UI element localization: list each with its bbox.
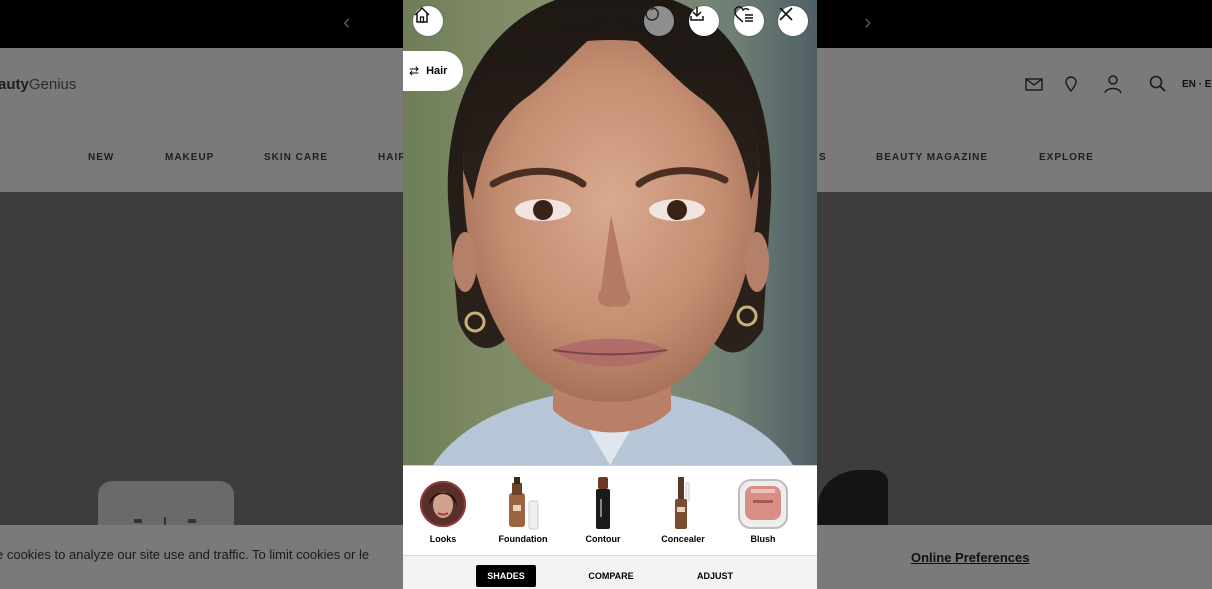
nav-item-skin-care[interactable]: SKIN CARE <box>264 152 328 163</box>
download-icon <box>690 7 704 21</box>
brand-logo-light: Genius <box>28 76 77 93</box>
online-preferences-link[interactable]: Online Preferences <box>911 550 1030 565</box>
model-face-illustration <box>433 0 793 465</box>
promo-prev-arrow[interactable]: ‹ <box>343 10 350 34</box>
tab-shades[interactable]: SHADES <box>476 565 536 587</box>
brand-logo-bold: auty <box>0 76 29 93</box>
close-button[interactable] <box>778 6 808 36</box>
product-category-strip: Looks Foundation Contour Concealer Blush <box>403 465 817 555</box>
model-photo: ⇄ Hair <box>403 0 817 465</box>
promo-next-arrow[interactable]: › <box>864 10 871 34</box>
cookie-text: e cookies to analyze our site use and tr… <box>0 547 370 562</box>
category-contour[interactable]: Contour <box>567 474 639 554</box>
close-icon <box>779 7 793 21</box>
home-icon <box>414 6 430 23</box>
category-looks[interactable]: Looks <box>407 474 479 554</box>
tab-compare[interactable]: COMPARE <box>580 565 642 587</box>
category-concealer-label: Concealer <box>661 534 705 544</box>
language-selector[interactable]: EN · E <box>1182 79 1211 90</box>
blush-compact-icon <box>738 479 788 529</box>
category-foundation[interactable]: Foundation <box>487 474 559 554</box>
looks-avatar-icon <box>420 481 466 527</box>
try-on-tabs: SHADES COMPARE ADJUST <box>403 555 817 589</box>
nav-item-explore[interactable]: EXPLORE <box>1039 152 1094 163</box>
favorites-button[interactable] <box>734 6 764 36</box>
nav-item-partial[interactable]: S <box>819 152 827 163</box>
location-pin-icon[interactable] <box>1061 74 1081 94</box>
nav-item-makeup[interactable]: MAKEUP <box>165 152 214 163</box>
reset-button[interactable] <box>644 6 674 36</box>
category-contour-label: Contour <box>585 534 621 544</box>
reset-icon <box>645 6 659 21</box>
nav-item-beauty-magazine[interactable]: BEAUTY MAGAZINE <box>876 152 988 163</box>
category-blush-label: Blush <box>750 534 776 544</box>
home-button[interactable] <box>413 6 443 36</box>
concealer-tube-icon <box>675 477 690 529</box>
hair-toggle-button[interactable]: ⇄ Hair <box>403 51 463 91</box>
category-blush[interactable]: Blush <box>727 474 799 554</box>
favorites-list-icon <box>734 6 753 23</box>
swap-icon: ⇄ <box>409 64 420 78</box>
nav-item-new[interactable]: NEW <box>88 152 114 163</box>
account-icon[interactable] <box>1103 74 1123 94</box>
mail-icon[interactable] <box>1024 74 1044 94</box>
category-foundation-label: Foundation <box>498 534 548 544</box>
contour-stick-icon <box>596 477 610 529</box>
foundation-bottle-icon <box>509 477 539 530</box>
search-icon[interactable] <box>1148 74 1168 94</box>
download-button[interactable] <box>689 6 719 36</box>
category-looks-label: Looks <box>429 534 457 544</box>
category-concealer[interactable]: Concealer <box>647 474 719 554</box>
hair-toggle-label: Hair <box>426 65 448 77</box>
brand-logo[interactable]: autyGenius <box>0 76 76 93</box>
tab-adjust[interactable]: ADJUST <box>686 565 744 587</box>
virtual-try-on-modal: ⇄ Hair Looks Foundation Contour Conceale… <box>403 0 817 589</box>
